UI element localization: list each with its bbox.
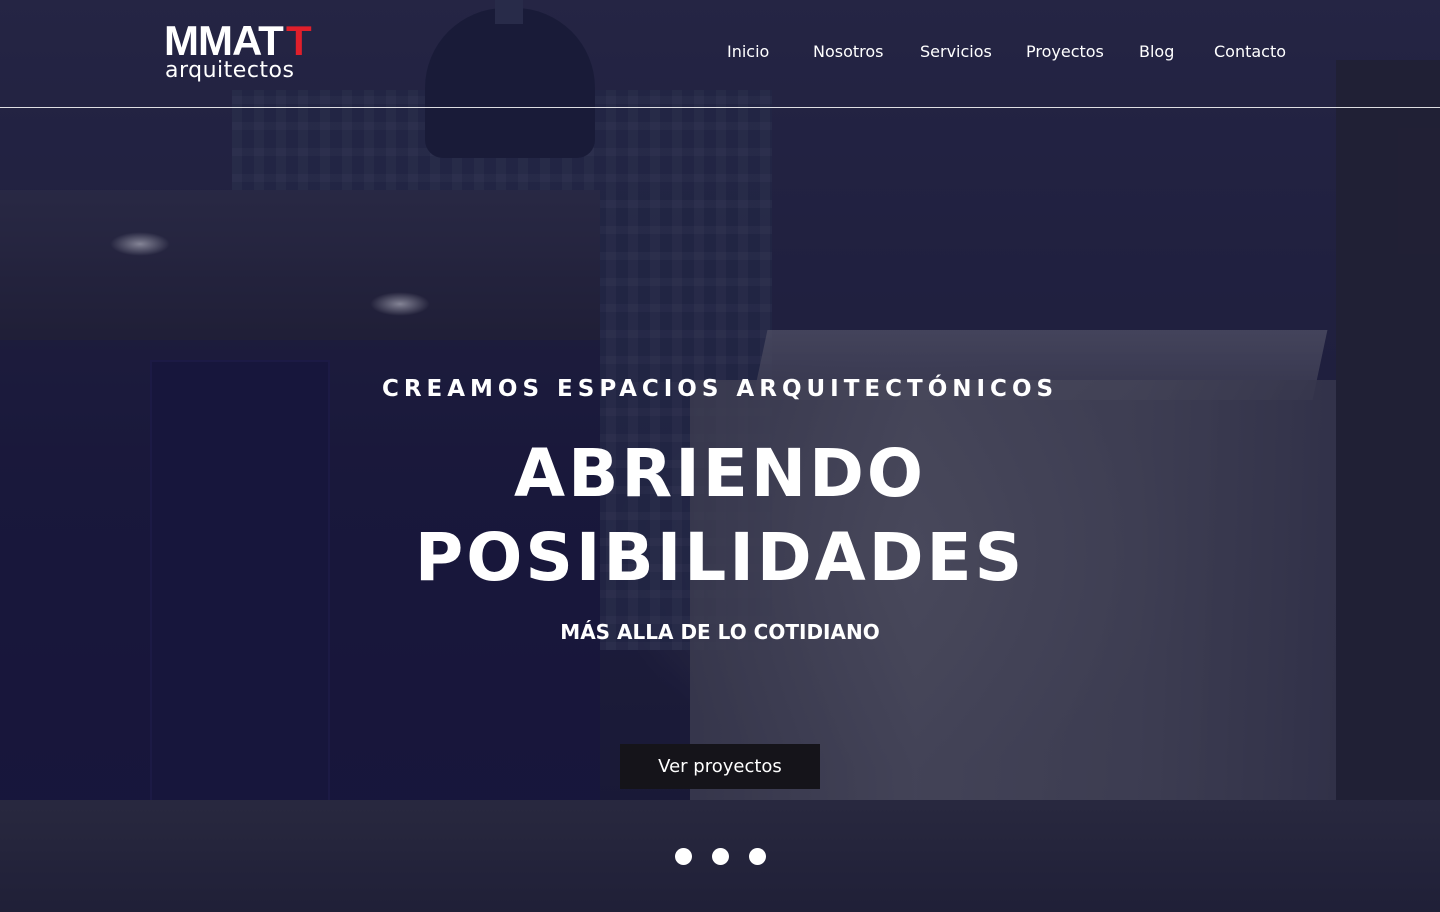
- slider-dot-2[interactable]: [712, 848, 729, 865]
- hero-tagline: MÁS ALLA DE LO COTIDIANO: [560, 620, 880, 644]
- view-projects-button[interactable]: Ver proyectos: [620, 744, 820, 789]
- nav-item-contacto[interactable]: Contacto: [1214, 42, 1286, 61]
- hero-headline: ABRIENDO POSIBILIDADES: [0, 432, 1440, 600]
- nav-item-blog[interactable]: Blog: [1139, 42, 1174, 61]
- nav-item-proyectos[interactable]: Proyectos: [1026, 42, 1104, 61]
- logo-wordmark: MMAT: [164, 17, 284, 64]
- nav-item-inicio[interactable]: Inicio: [727, 42, 769, 61]
- hero-headline-line2: POSIBILIDADES: [414, 519, 1026, 596]
- slider-dot-1[interactable]: [675, 848, 692, 865]
- logo-subtitle: arquitectos: [165, 58, 295, 83]
- hero-eyebrow: CREAMOS ESPACIOS ARQUITECTÓNICOS: [381, 376, 1059, 402]
- nav-item-nosotros[interactable]: Nosotros: [813, 42, 884, 61]
- slider-pagination: [673, 848, 773, 866]
- site-header: MMAT T arquitectos Inicio Nosotros Servi…: [0, 0, 1440, 108]
- brand-logo[interactable]: MMAT T arquitectos: [164, 20, 344, 90]
- hero-headline-line1: ABRIENDO: [514, 435, 926, 512]
- nav-item-servicios[interactable]: Servicios: [920, 42, 992, 61]
- logo-accent-letter: T: [286, 17, 312, 64]
- hero-slider: MMAT T arquitectos Inicio Nosotros Servi…: [0, 0, 1440, 912]
- slider-dot-3[interactable]: [749, 848, 766, 865]
